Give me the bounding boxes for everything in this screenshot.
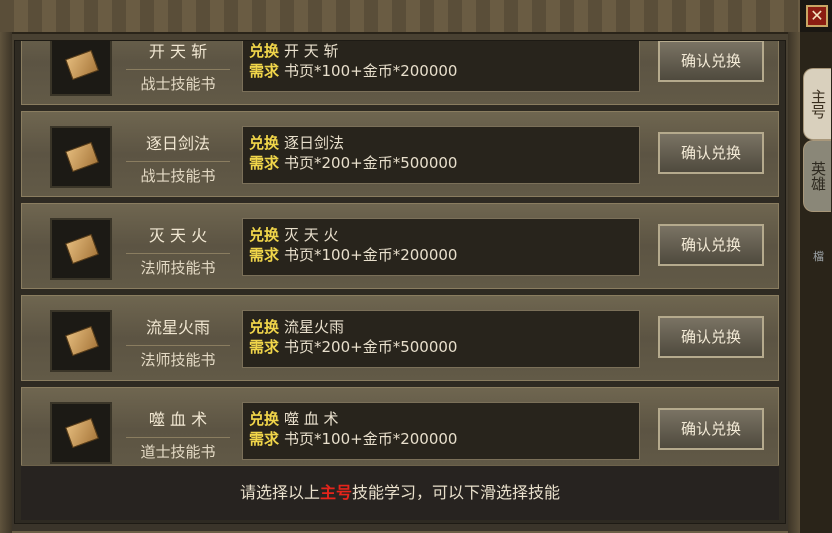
exchange-info: 兑换噬 血 术 需求 书页*100+金币*200000	[242, 402, 640, 460]
skill-book-slot[interactable]	[50, 41, 112, 96]
skill-name: 灭 天 火	[148, 226, 208, 245]
book-icon	[65, 417, 99, 449]
tab-main-character[interactable]: 主号	[803, 68, 831, 140]
skill-book-slot[interactable]	[50, 402, 112, 464]
confirm-exchange-button[interactable]: 确认兑换	[658, 408, 764, 450]
hint-text-before: 请选择以上	[239, 483, 320, 502]
skill-type: 法师技能书	[126, 253, 230, 278]
require-label: 需求	[249, 246, 280, 264]
book-icon	[65, 233, 99, 265]
edge-label: 檔	[813, 250, 824, 263]
skill-name: 噬 血 术	[148, 410, 208, 429]
hint-bar: 请选择以上主号技能学习，可以下滑选择技能	[21, 465, 779, 520]
exchange-label: 兑换	[249, 134, 280, 152]
book-icon	[65, 141, 99, 173]
skill-book-slot[interactable]	[50, 126, 112, 188]
close-button[interactable]: ✕	[806, 5, 828, 27]
require-value: 书页*100+金币*200000	[284, 246, 458, 264]
exchange-label: 兑换	[249, 410, 280, 428]
window-right-border	[788, 32, 800, 533]
skill-name: 逐日剑法	[145, 134, 210, 153]
skill-name: 开 天 斩	[148, 42, 208, 61]
hint-text-after: 技能学习，可以下滑选择技能	[352, 483, 561, 502]
require-label: 需求	[249, 154, 280, 172]
exchange-value: 开 天 斩	[284, 42, 339, 60]
skill-row: 噬 血 术 道士技能书 兑换噬 血 术 需求 书页*100+金币*200000 确…	[21, 387, 779, 473]
confirm-exchange-button[interactable]: 确认兑换	[658, 316, 764, 358]
require-value: 书页*200+金币*500000	[284, 338, 458, 356]
skill-type: 战士技能书	[126, 161, 230, 186]
window-top-border	[0, 0, 800, 34]
require-value: 书页*100+金币*200000	[284, 62, 458, 80]
exchange-window: 开 天 斩 战士技能书 兑换开 天 斩 需求 书页*100+金币*200000 确…	[0, 0, 800, 533]
require-value: 书页*200+金币*500000	[284, 154, 458, 172]
exchange-info: 兑换 流星火雨 需求 书页*200+金币*500000	[242, 310, 640, 368]
hint-highlight: 主号	[319, 483, 352, 502]
skill-type: 道士技能书	[126, 437, 230, 462]
require-label: 需求	[249, 338, 280, 356]
confirm-exchange-button[interactable]: 确认兑换	[658, 41, 764, 82]
require-label: 需求	[249, 62, 280, 80]
skill-row: 开 天 斩 战士技能书 兑换开 天 斩 需求 书页*100+金币*200000 确…	[21, 41, 779, 105]
require-label: 需求	[249, 430, 280, 448]
skill-type: 法师技能书	[126, 345, 230, 370]
exchange-info: 兑换开 天 斩 需求 书页*100+金币*200000	[242, 41, 640, 92]
exchange-label: 兑换	[249, 42, 280, 60]
skill-type: 战士技能书	[126, 69, 230, 94]
book-icon	[65, 49, 99, 81]
exchange-value: 流星火雨	[284, 318, 345, 336]
window-left-border	[0, 32, 12, 533]
exchange-label: 兑换	[249, 318, 280, 336]
skill-book-slot[interactable]	[50, 218, 112, 280]
book-icon	[65, 325, 99, 357]
exchange-value: 逐日剑法	[284, 134, 345, 152]
skill-name: 流星火雨	[145, 318, 210, 337]
skill-list-panel[interactable]: 开 天 斩 战士技能书 兑换开 天 斩 需求 书页*100+金币*200000 确…	[14, 40, 786, 524]
exchange-value: 噬 血 术	[284, 410, 339, 428]
skill-book-slot[interactable]	[50, 310, 112, 372]
exchange-info: 兑换灭 天 火 需求 书页*100+金币*200000	[242, 218, 640, 276]
skill-row: 灭 天 火 法师技能书 兑换灭 天 火 需求 书页*100+金币*200000 确…	[21, 203, 779, 289]
confirm-exchange-button[interactable]: 确认兑换	[658, 224, 764, 266]
exchange-info: 兑换 逐日剑法 需求 书页*200+金币*500000	[242, 126, 640, 184]
confirm-exchange-button[interactable]: 确认兑换	[658, 132, 764, 174]
skill-row: 逐日剑法 战士技能书 兑换 逐日剑法 需求 书页*200+金币*500000 确认兑…	[21, 111, 779, 197]
tab-hero[interactable]: 英雄	[803, 140, 831, 212]
exchange-label: 兑换	[249, 226, 280, 244]
require-value: 书页*100+金币*200000	[284, 430, 458, 448]
exchange-value: 灭 天 火	[284, 226, 339, 244]
skill-row: 流星火雨 法师技能书 兑换 流星火雨 需求 书页*200+金币*500000 确认兑…	[21, 295, 779, 381]
